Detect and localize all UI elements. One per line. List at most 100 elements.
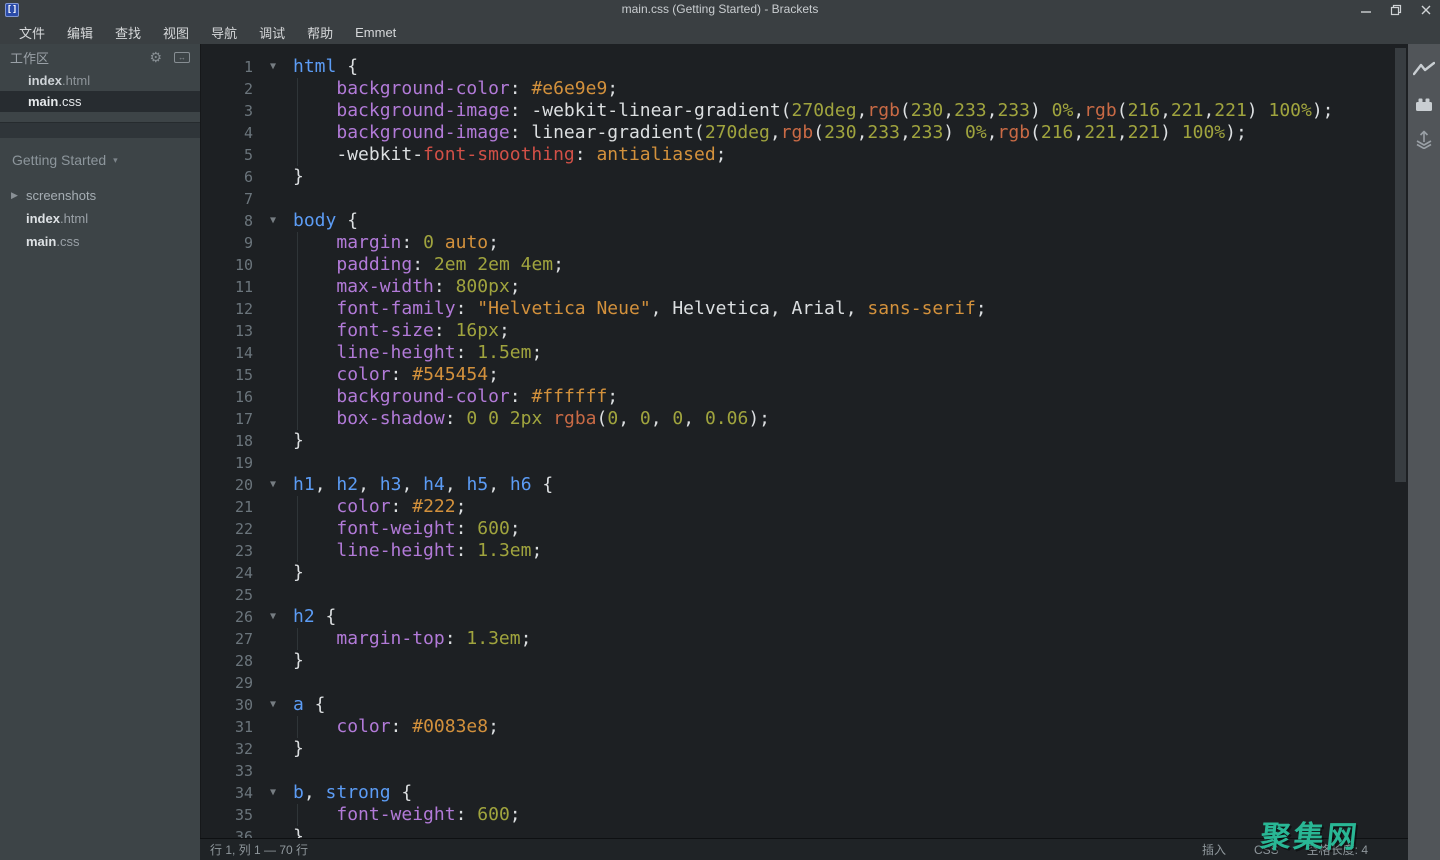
line-number: 24 <box>201 562 253 584</box>
code-line-35[interactable]: 35 font-weight: 600; <box>201 804 1408 826</box>
minimize-button[interactable] <box>1358 3 1374 17</box>
restore-button[interactable] <box>1388 3 1404 17</box>
code-text: margin-top: 1.3em; <box>293 628 531 650</box>
code-line-17[interactable]: 17 box-shadow: 0 0 2px rgba(0, 0, 0, 0.0… <box>201 408 1408 430</box>
line-number: 23 <box>201 540 253 562</box>
code-line-23[interactable]: 23 line-height: 1.3em; <box>201 540 1408 562</box>
code-text: a { <box>293 694 326 716</box>
indent-guide <box>297 276 298 298</box>
close-button[interactable] <box>1418 3 1434 17</box>
code-text: color: #0083e8; <box>293 716 499 738</box>
code-line-8[interactable]: 8▼body { <box>201 210 1408 232</box>
code-line-11[interactable]: 11 max-width: 800px; <box>201 276 1408 298</box>
code-line-3[interactable]: 3 background-image: -webkit-linear-gradi… <box>201 100 1408 122</box>
code-line-36[interactable]: 36} <box>201 826 1408 838</box>
code-line-12[interactable]: 12 font-family: "Helvetica Neue", Helvet… <box>201 298 1408 320</box>
menu-item-2[interactable]: 查找 <box>104 20 152 45</box>
code-line-18[interactable]: 18} <box>201 430 1408 452</box>
menu-item-5[interactable]: 调试 <box>248 20 296 45</box>
line-number: 21 <box>201 496 253 518</box>
code-line-7[interactable]: 7 <box>201 188 1408 210</box>
tree-folder-screenshots[interactable]: ▶screenshots <box>0 184 200 207</box>
fold-arrow-icon[interactable]: ▼ <box>253 606 293 628</box>
extension-manager-icon[interactable] <box>1413 93 1435 115</box>
split-view-icon[interactable]: ↔ <box>174 52 190 63</box>
indent-guide <box>297 100 298 122</box>
code-line-26[interactable]: 26▼h2 { <box>201 606 1408 628</box>
tree-file-main.css[interactable]: main.css <box>0 230 200 253</box>
live-preview-icon[interactable] <box>1413 58 1435 80</box>
layers-upload-icon[interactable] <box>1413 128 1435 150</box>
code-line-1[interactable]: 1▼html { <box>201 56 1408 78</box>
menu-item-6[interactable]: 帮助 <box>296 20 344 45</box>
code-text: } <box>293 430 304 452</box>
code-text: line-height: 1.5em; <box>293 342 542 364</box>
code-line-4[interactable]: 4 background-image: linear-gradient(270d… <box>201 122 1408 144</box>
code-text: background-image: -webkit-linear-gradien… <box>293 100 1334 122</box>
code-line-27[interactable]: 27 margin-top: 1.3em; <box>201 628 1408 650</box>
code-line-21[interactable]: 21 color: #222; <box>201 496 1408 518</box>
line-number: 15 <box>201 364 253 386</box>
indent-guide <box>297 408 298 430</box>
fold-arrow-icon[interactable]: ▼ <box>253 474 293 496</box>
fold-arrow-icon[interactable]: ▼ <box>253 56 293 78</box>
scrollbar-thumb[interactable] <box>1395 48 1406 482</box>
vertical-scrollbar[interactable] <box>1395 48 1406 834</box>
project-dropdown[interactable]: Getting Started ▾ <box>0 152 200 168</box>
chevron-right-icon[interactable]: ▶ <box>11 184 18 207</box>
line-number: 29 <box>201 672 253 694</box>
indent-guide <box>297 628 298 650</box>
code-line-19[interactable]: 19 <box>201 452 1408 474</box>
code-line-10[interactable]: 10 padding: 2em 2em 4em; <box>201 254 1408 276</box>
fold-arrow-icon[interactable]: ▼ <box>253 210 293 232</box>
cursor-position: 行 1, 列 1 — 70 行 <box>200 841 308 858</box>
code-text: } <box>293 826 304 838</box>
language-selector[interactable]: CSS <box>1254 843 1279 857</box>
code-line-33[interactable]: 33 <box>201 760 1408 782</box>
menu-item-3[interactable]: 视图 <box>152 20 200 45</box>
menu-item-7[interactable]: Emmet <box>344 22 407 43</box>
code-line-25[interactable]: 25 <box>201 584 1408 606</box>
code-line-13[interactable]: 13 font-size: 16px; <box>201 320 1408 342</box>
code-line-6[interactable]: 6} <box>201 166 1408 188</box>
code-line-22[interactable]: 22 font-weight: 600; <box>201 518 1408 540</box>
gear-icon[interactable]: ⚙ <box>149 49 162 66</box>
line-number: 26 <box>201 606 253 628</box>
indent-guide <box>297 518 298 540</box>
code-line-29[interactable]: 29 <box>201 672 1408 694</box>
indent-size-setting[interactable]: 空格长度: 4 <box>1307 841 1368 858</box>
code-editor[interactable]: 1▼html {2 background-color: #e6e9e9;3 ba… <box>200 44 1408 838</box>
code-line-24[interactable]: 24} <box>201 562 1408 584</box>
menu-item-0[interactable]: 文件 <box>8 20 56 45</box>
insert-mode-toggle[interactable]: 插入 <box>1202 841 1226 858</box>
code-line-32[interactable]: 32} <box>201 738 1408 760</box>
code-text: color: #222; <box>293 496 466 518</box>
code-text: background-color: #e6e9e9; <box>293 78 618 100</box>
code-text: -webkit-font-smoothing: antialiased; <box>293 144 727 166</box>
tree-file-index.html[interactable]: index.html <box>0 207 200 230</box>
code-line-9[interactable]: 9 margin: 0 auto; <box>201 232 1408 254</box>
code-line-14[interactable]: 14 line-height: 1.5em; <box>201 342 1408 364</box>
code-line-16[interactable]: 16 background-color: #ffffff; <box>201 386 1408 408</box>
indent-guide <box>297 716 298 738</box>
working-file-index.html[interactable]: index.html <box>0 70 200 91</box>
line-number: 17 <box>201 408 253 430</box>
line-number: 25 <box>201 584 253 606</box>
fold-arrow-icon[interactable]: ▼ <box>253 782 293 804</box>
code-line-5[interactable]: 5 -webkit-font-smoothing: antialiased; <box>201 144 1408 166</box>
file-name: main <box>28 94 58 109</box>
code-line-20[interactable]: 20▼h1, h2, h3, h4, h5, h6 { <box>201 474 1408 496</box>
working-file-main.css[interactable]: main.css <box>0 91 200 112</box>
code-line-31[interactable]: 31 color: #0083e8; <box>201 716 1408 738</box>
menu-item-4[interactable]: 导航 <box>200 20 248 45</box>
window-title: main.css (Getting Started) - Brackets <box>0 2 1440 16</box>
code-line-2[interactable]: 2 background-color: #e6e9e9; <box>201 78 1408 100</box>
line-number: 13 <box>201 320 253 342</box>
indent-guide <box>297 232 298 254</box>
code-line-15[interactable]: 15 color: #545454; <box>201 364 1408 386</box>
code-line-28[interactable]: 28} <box>201 650 1408 672</box>
code-line-34[interactable]: 34▼b, strong { <box>201 782 1408 804</box>
code-line-30[interactable]: 30▼a { <box>201 694 1408 716</box>
menu-item-1[interactable]: 编辑 <box>56 20 104 45</box>
fold-arrow-icon[interactable]: ▼ <box>253 694 293 716</box>
